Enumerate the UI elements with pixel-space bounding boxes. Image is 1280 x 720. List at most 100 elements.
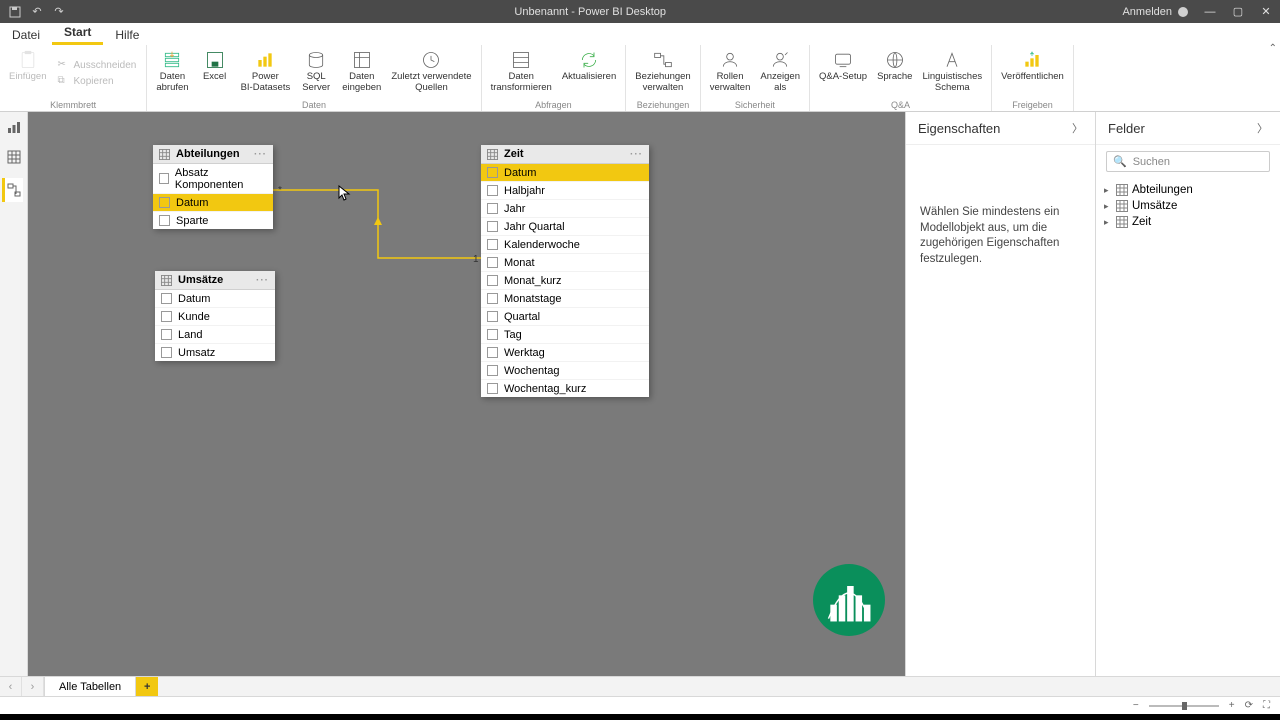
table-field[interactable]: Halbjahr xyxy=(481,182,649,200)
field-icon xyxy=(487,203,498,214)
excel-button[interactable]: Excel xyxy=(196,47,234,99)
tab-help[interactable]: Hilfe xyxy=(103,25,151,45)
table-field[interactable]: Kunde xyxy=(155,308,275,326)
recent-sources-button[interactable]: Zuletzt verwendete Quellen xyxy=(388,47,474,99)
properties-pane-header[interactable]: Eigenschaften 〉 xyxy=(906,112,1095,145)
view-as-button[interactable]: Anzeigen als xyxy=(757,47,803,99)
table-field[interactable]: Monat_kurz xyxy=(481,272,649,290)
add-page-button[interactable]: + xyxy=(136,677,158,696)
table-field[interactable]: Werktag xyxy=(481,344,649,362)
redo-icon[interactable]: ↷ xyxy=(52,5,66,19)
table-icon xyxy=(1116,216,1128,228)
sql-server-button[interactable]: SQL Server xyxy=(297,47,335,99)
table-menu-button[interactable]: ··· xyxy=(256,275,269,286)
table-field[interactable]: Tag xyxy=(481,326,649,344)
ribbon-group-queries: Daten transformieren Aktualisieren Abfra… xyxy=(482,45,627,111)
fields-pane-header[interactable]: Felder 〉 xyxy=(1096,112,1280,145)
table-menu-button[interactable]: ··· xyxy=(254,149,267,160)
minimize-button[interactable]: — xyxy=(1196,0,1224,23)
model-view-button[interactable] xyxy=(2,178,23,202)
tab-home[interactable]: Start xyxy=(52,22,103,45)
cut-button[interactable]: ✂Ausschneiden xyxy=(54,58,141,72)
close-button[interactable]: ✕ xyxy=(1252,0,1280,23)
language-button[interactable]: Sprache xyxy=(874,47,915,99)
publish-button[interactable]: Veröffentlichen xyxy=(998,47,1067,99)
refresh-button[interactable]: Aktualisieren xyxy=(559,47,619,99)
collapse-ribbon-button[interactable]: ⌃ xyxy=(1269,43,1277,54)
table-field[interactable]: Wochentag xyxy=(481,362,649,380)
maximize-button[interactable]: ▢ xyxy=(1224,0,1252,23)
fullscreen-button[interactable]: ⛶ xyxy=(1263,700,1270,711)
pbi-datasets-button[interactable]: Power BI-Datasets xyxy=(238,47,294,99)
chevron-right-icon[interactable]: 〉 xyxy=(1072,120,1083,136)
table-field[interactable]: Jahr Quartal xyxy=(481,218,649,236)
table-field[interactable]: Jahr xyxy=(481,200,649,218)
fields-table-node[interactable]: ▸Zeit xyxy=(1102,214,1274,230)
table-field[interactable]: Datum xyxy=(481,164,649,182)
page-nav-prev[interactable]: ‹ xyxy=(0,677,22,696)
table-field[interactable]: Monatstage xyxy=(481,290,649,308)
field-icon xyxy=(487,239,498,250)
table-field[interactable]: Sparte xyxy=(153,212,273,229)
mouse-cursor xyxy=(338,185,354,201)
roles-icon xyxy=(719,49,741,71)
manage-relationships-button[interactable]: Beziehungen verwalten xyxy=(632,47,693,99)
table-header[interactable]: Zeit ··· xyxy=(481,145,649,164)
undo-icon[interactable]: ↶ xyxy=(30,5,44,19)
table-icon xyxy=(159,149,170,160)
sign-in-button[interactable]: Anmelden xyxy=(1114,6,1196,18)
table-card-abteilungen[interactable]: Abteilungen ··· Absatz KomponentenDatumS… xyxy=(153,145,273,229)
data-view-button[interactable] xyxy=(5,148,23,166)
caret-icon: ▸ xyxy=(1104,217,1112,228)
table-field[interactable]: Kalenderwoche xyxy=(481,236,649,254)
table-field[interactable]: Land xyxy=(155,326,275,344)
copy-button[interactable]: ⧉Kopieren xyxy=(54,74,141,88)
qa-setup-icon xyxy=(832,49,854,71)
properties-placeholder: Wählen Sie mindestens ein Modellobjekt a… xyxy=(906,145,1095,327)
copy-icon: ⧉ xyxy=(58,75,70,87)
transform-data-button[interactable]: Daten transformieren xyxy=(488,47,555,99)
field-icon xyxy=(161,311,172,322)
zoom-slider[interactable] xyxy=(1149,705,1219,707)
table-field[interactable]: Umsatz xyxy=(155,344,275,361)
ribbon-group-clipboard: Einfügen ✂Ausschneiden ⧉Kopieren Klemmbr… xyxy=(0,45,147,111)
search-icon: 🔍 xyxy=(1113,155,1127,168)
table-field[interactable]: Datum xyxy=(155,290,275,308)
table-field[interactable]: Wochentag_kurz xyxy=(481,380,649,397)
fields-table-node[interactable]: ▸Abteilungen xyxy=(1102,182,1274,198)
table-field[interactable]: Absatz Komponenten xyxy=(153,164,273,194)
cardinality-one: 1 xyxy=(473,254,479,265)
enter-data-button[interactable]: Daten eingeben xyxy=(339,47,384,99)
field-icon xyxy=(159,197,170,208)
model-canvas[interactable]: * 1 Abteilungen ··· Absatz KomponentenDa… xyxy=(28,112,905,676)
page-tab-all-tables[interactable]: Alle Tabellen xyxy=(44,676,136,696)
table-header[interactable]: Abteilungen ··· xyxy=(153,145,273,164)
linguistic-schema-button[interactable]: Linguistisches Schema xyxy=(919,47,985,99)
table-card-zeit[interactable]: Zeit ··· DatumHalbjahrJahrJahr QuartalKa… xyxy=(481,145,649,397)
zoom-in-button[interactable]: + xyxy=(1229,700,1235,711)
page-nav-next[interactable]: › xyxy=(22,677,44,696)
ribbon-group-security: Rollen verwalten Anzeigen als Sicherheit xyxy=(701,45,810,111)
field-icon xyxy=(161,329,172,340)
field-icon xyxy=(487,311,498,322)
table-field[interactable]: Monat xyxy=(481,254,649,272)
table-field[interactable]: Datum xyxy=(153,194,273,212)
ribbon-group-data: Daten abrufen Excel Power BI-Datasets SQ… xyxy=(147,45,481,111)
fields-table-node[interactable]: ▸Umsätze xyxy=(1102,198,1274,214)
page-tabs-bar: ‹ › Alle Tabellen + xyxy=(0,676,1280,696)
fields-search-input[interactable]: 🔍 Suchen xyxy=(1106,151,1270,172)
report-view-button[interactable] xyxy=(5,118,23,136)
fit-to-page-button[interactable]: ⟳ xyxy=(1245,700,1253,711)
manage-roles-button[interactable]: Rollen verwalten xyxy=(707,47,754,99)
paste-button[interactable]: Einfügen xyxy=(6,47,50,99)
save-icon[interactable] xyxy=(8,5,22,19)
table-menu-button[interactable]: ··· xyxy=(630,149,643,160)
get-data-button[interactable]: Daten abrufen xyxy=(153,47,191,99)
zoom-out-button[interactable]: − xyxy=(1133,700,1139,711)
table-header[interactable]: Umsätze ··· xyxy=(155,271,275,290)
chevron-right-icon[interactable]: 〉 xyxy=(1257,120,1268,136)
tab-file[interactable]: Datei xyxy=(0,25,52,45)
table-card-umsaetze[interactable]: Umsätze ··· DatumKundeLandUmsatz xyxy=(155,271,275,361)
qa-setup-button[interactable]: Q&A-Setup xyxy=(816,47,870,99)
table-field[interactable]: Quartal xyxy=(481,308,649,326)
